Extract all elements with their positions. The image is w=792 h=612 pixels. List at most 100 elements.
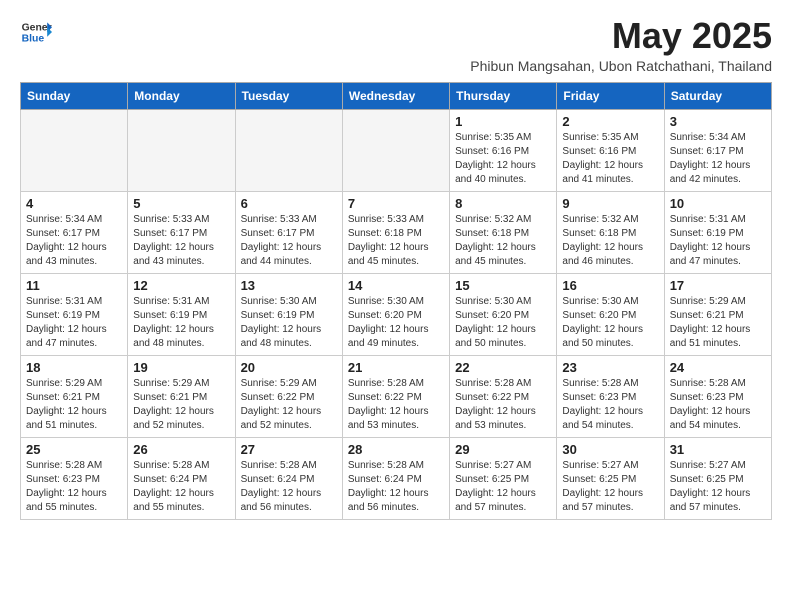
calendar-cell: 15 Sunrise: 5:30 AM Sunset: 6:20 PM Dayli… [450,273,557,355]
calendar-cell: 19 Sunrise: 5:29 AM Sunset: 6:21 PM Dayli… [128,355,235,437]
day-number: 14 [348,278,444,293]
day-number: 16 [562,278,658,293]
weekday-header-thursday: Thursday [450,82,557,109]
day-number: 12 [133,278,229,293]
calendar-cell [342,109,449,191]
day-number: 3 [670,114,766,129]
day-number: 20 [241,360,337,375]
day-detail: Sunrise: 5:32 AM Sunset: 6:18 PM Dayligh… [562,213,658,269]
calendar-cell: 2Sunrise: 5:35 AM Sunset: 6:16 PM Daylig… [557,109,664,191]
logo-icon: General Blue [20,16,52,48]
day-detail: Sunrise: 5:30 AM Sunset: 6:20 PM Dayligh… [455,295,551,351]
calendar-cell: 28Sunrise: 5:28 AM Sunset: 6:24 PM Dayli… [342,437,449,519]
week-row-5: 25 Sunrise: 5:28 AM Sunset: 6:23 PM Dayli… [21,437,772,519]
day-number: 18 [26,360,122,375]
day-number: 15 [455,278,551,293]
day-number: 9 [562,196,658,211]
day-number: 8 [455,196,551,211]
weekday-header-tuesday: Tuesday [235,82,342,109]
calendar-cell: 8Sunrise: 5:32 AM Sunset: 6:18 PM Daylig… [450,191,557,273]
logo: General Blue [20,16,52,48]
calendar-cell [235,109,342,191]
day-detail: Sunrise: 5:30 AM Sunset: 6:19 PM Dayligh… [241,295,337,351]
day-detail: Sunrise: 5:28 AM Sunset: 6:23 PM Dayligh… [562,377,658,433]
calendar-cell: 1Sunrise: 5:35 AM Sunset: 6:16 PM Daylig… [450,109,557,191]
day-detail: Sunrise: 5:27 AM Sunset: 6:25 PM Dayligh… [562,459,658,515]
day-detail: Sunrise: 5:27 AM Sunset: 6:25 PM Dayligh… [670,459,766,515]
day-number: 7 [348,196,444,211]
calendar-cell: 23 Sunrise: 5:28 AM Sunset: 6:23 PM Dayli… [557,355,664,437]
calendar-cell: 25 Sunrise: 5:28 AM Sunset: 6:23 PM Dayli… [21,437,128,519]
day-detail: Sunrise: 5:35 AM Sunset: 6:16 PM Dayligh… [455,131,551,187]
svg-text:Blue: Blue [22,34,45,45]
day-number: 6 [241,196,337,211]
weekday-header-friday: Friday [557,82,664,109]
day-detail: Sunrise: 5:28 AM Sunset: 6:24 PM Dayligh… [348,459,444,515]
weekday-header-row: SundayMondayTuesdayWednesdayThursdayFrid… [21,82,772,109]
week-row-4: 18 Sunrise: 5:29 AM Sunset: 6:21 PM Dayli… [21,355,772,437]
week-row-1: 1Sunrise: 5:35 AM Sunset: 6:16 PM Daylig… [21,109,772,191]
day-number: 24 [670,360,766,375]
header: General Blue May 2025 Phibun Mangsahan, … [20,16,772,74]
calendar-cell: 30 Sunrise: 5:27 AM Sunset: 6:25 PM Dayli… [557,437,664,519]
day-detail: Sunrise: 5:33 AM Sunset: 6:17 PM Dayligh… [133,213,229,269]
day-detail: Sunrise: 5:31 AM Sunset: 6:19 PM Dayligh… [133,295,229,351]
day-detail: Sunrise: 5:34 AM Sunset: 6:17 PM Dayligh… [670,131,766,187]
day-number: 25 [26,442,122,457]
day-number: 23 [562,360,658,375]
calendar-cell: 11 Sunrise: 5:31 AM Sunset: 6:19 PM Dayli… [21,273,128,355]
day-detail: Sunrise: 5:30 AM Sunset: 6:20 PM Dayligh… [348,295,444,351]
calendar-cell: 16 Sunrise: 5:30 AM Sunset: 6:20 PM Dayli… [557,273,664,355]
month-title: May 2025 [470,16,772,56]
day-number: 31 [670,442,766,457]
calendar-cell: 17 Sunrise: 5:29 AM Sunset: 6:21 PM Dayli… [664,273,771,355]
calendar-cell: 31 Sunrise: 5:27 AM Sunset: 6:25 PM Dayli… [664,437,771,519]
day-number: 19 [133,360,229,375]
day-number: 11 [26,278,122,293]
day-detail: Sunrise: 5:33 AM Sunset: 6:18 PM Dayligh… [348,213,444,269]
day-detail: Sunrise: 5:31 AM Sunset: 6:19 PM Dayligh… [670,213,766,269]
title-block: May 2025 Phibun Mangsahan, Ubon Ratchath… [470,16,772,74]
day-number: 5 [133,196,229,211]
day-number: 29 [455,442,551,457]
calendar-cell: 9 Sunrise: 5:32 AM Sunset: 6:18 PM Daylig… [557,191,664,273]
day-detail: Sunrise: 5:34 AM Sunset: 6:17 PM Dayligh… [26,213,122,269]
calendar-cell: 10 Sunrise: 5:31 AM Sunset: 6:19 PM Dayli… [664,191,771,273]
day-detail: Sunrise: 5:29 AM Sunset: 6:21 PM Dayligh… [26,377,122,433]
calendar-cell [21,109,128,191]
calendar-cell: 5 Sunrise: 5:33 AM Sunset: 6:17 PM Daylig… [128,191,235,273]
day-detail: Sunrise: 5:29 AM Sunset: 6:21 PM Dayligh… [133,377,229,433]
calendar-cell: 7 Sunrise: 5:33 AM Sunset: 6:18 PM Daylig… [342,191,449,273]
day-number: 27 [241,442,337,457]
day-detail: Sunrise: 5:28 AM Sunset: 6:23 PM Dayligh… [26,459,122,515]
calendar-cell: 18 Sunrise: 5:29 AM Sunset: 6:21 PM Dayli… [21,355,128,437]
day-number: 21 [348,360,444,375]
calendar-cell: 24 Sunrise: 5:28 AM Sunset: 6:23 PM Dayli… [664,355,771,437]
calendar-cell: 21 Sunrise: 5:28 AM Sunset: 6:22 PM Dayli… [342,355,449,437]
weekday-header-sunday: Sunday [21,82,128,109]
weekday-header-wednesday: Wednesday [342,82,449,109]
calendar-cell: 26Sunrise: 5:28 AM Sunset: 6:24 PM Dayli… [128,437,235,519]
day-number: 26 [133,442,229,457]
day-number: 13 [241,278,337,293]
calendar-cell: 4Sunrise: 5:34 AM Sunset: 6:17 PM Daylig… [21,191,128,273]
calendar-cell: 6Sunrise: 5:33 AM Sunset: 6:17 PM Daylig… [235,191,342,273]
calendar-cell: 29Sunrise: 5:27 AM Sunset: 6:25 PM Dayli… [450,437,557,519]
day-detail: Sunrise: 5:30 AM Sunset: 6:20 PM Dayligh… [562,295,658,351]
day-detail: Sunrise: 5:29 AM Sunset: 6:22 PM Dayligh… [241,377,337,433]
week-row-3: 11 Sunrise: 5:31 AM Sunset: 6:19 PM Dayli… [21,273,772,355]
day-detail: Sunrise: 5:29 AM Sunset: 6:21 PM Dayligh… [670,295,766,351]
calendar-cell [128,109,235,191]
day-detail: Sunrise: 5:28 AM Sunset: 6:22 PM Dayligh… [348,377,444,433]
day-number: 17 [670,278,766,293]
subtitle: Phibun Mangsahan, Ubon Ratchathani, Thai… [470,58,772,74]
day-detail: Sunrise: 5:28 AM Sunset: 6:23 PM Dayligh… [670,377,766,433]
calendar: SundayMondayTuesdayWednesdayThursdayFrid… [20,82,772,520]
day-number: 22 [455,360,551,375]
day-detail: Sunrise: 5:28 AM Sunset: 6:24 PM Dayligh… [241,459,337,515]
calendar-cell: 13 Sunrise: 5:30 AM Sunset: 6:19 PM Dayli… [235,273,342,355]
day-detail: Sunrise: 5:31 AM Sunset: 6:19 PM Dayligh… [26,295,122,351]
calendar-cell: 27 Sunrise: 5:28 AM Sunset: 6:24 PM Dayli… [235,437,342,519]
day-number: 30 [562,442,658,457]
day-number: 10 [670,196,766,211]
